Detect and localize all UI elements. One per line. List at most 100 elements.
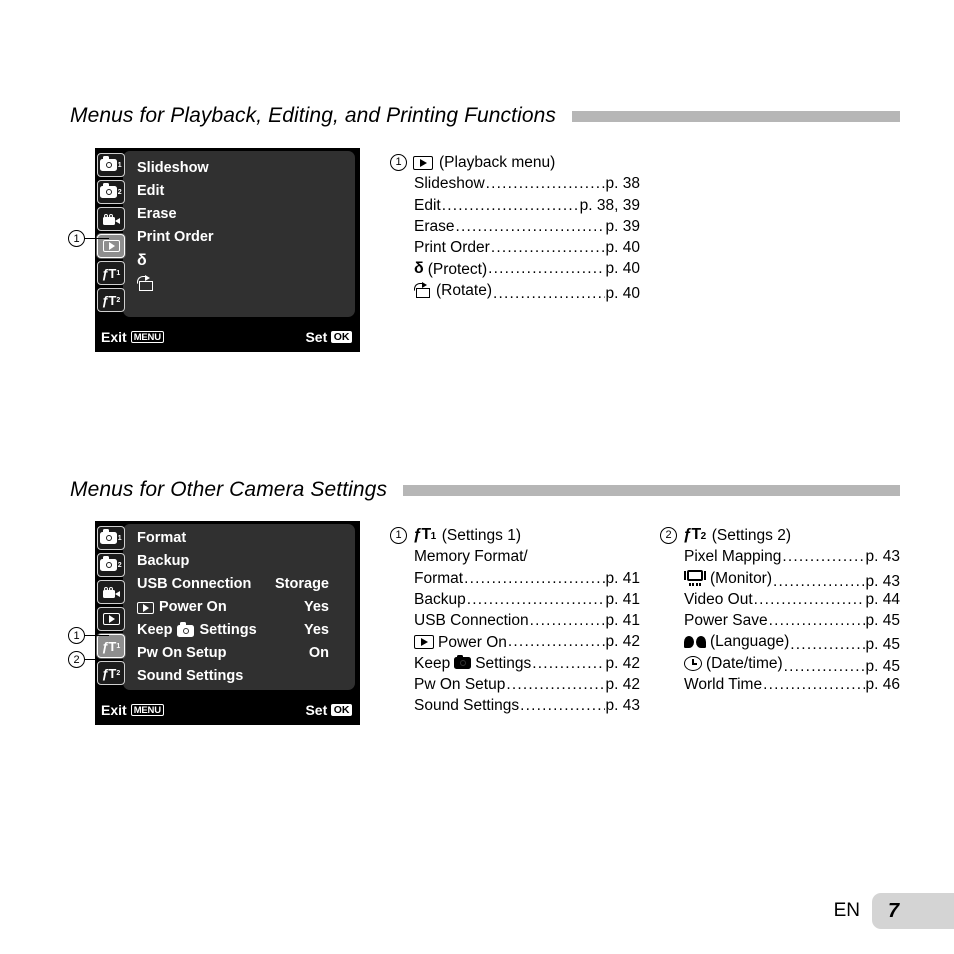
- reference-line: Format .................................…: [390, 568, 640, 589]
- reference-name-text: Keep: [414, 654, 451, 672]
- menu-item-sound-settings[interactable]: Sound Settings: [137, 665, 343, 688]
- menu-list-panel: Format Backup USB Connection Storage Pow…: [123, 524, 355, 690]
- reference-page: p. 38, 39: [579, 196, 640, 214]
- camera-inline-icon: [177, 621, 195, 637]
- reference-page: p. 46: [865, 676, 900, 694]
- ok-key-icon: OK: [331, 703, 352, 717]
- settings-2-icon: ƒT: [101, 292, 117, 308]
- reference-name-text: (Monitor): [710, 569, 773, 587]
- reference-list-settings-1: 1 ƒT1 (Settings 1) Memory Format/ Format…: [390, 525, 640, 717]
- dot-leader: ........................................…: [790, 635, 864, 653]
- menu-key-icon: MENU: [130, 330, 164, 344]
- reference-name: Print Order: [414, 239, 490, 257]
- reference-line: Pw On Setup ............................…: [390, 674, 640, 695]
- settings-2-icon: ƒT2: [683, 526, 706, 543]
- reference-name: World Time: [684, 676, 763, 694]
- menu-item-label: Pw On Setup: [137, 645, 227, 661]
- reference-page: p. 44: [865, 590, 900, 608]
- reference-line: Erase ..................................…: [390, 216, 640, 237]
- reference-page: p. 42: [605, 654, 640, 672]
- rotate-icon: [137, 275, 155, 291]
- reference-heading: 1 ƒT1 (Settings 1): [390, 525, 640, 546]
- reference-line: Slideshow ..............................…: [390, 173, 640, 194]
- menu-item-usb-connection[interactable]: USB Connection Storage: [137, 573, 343, 596]
- reference-name-text: (Date/time): [706, 654, 783, 672]
- reference-name: Erase: [414, 217, 455, 235]
- menu-tab-movie[interactable]: [97, 580, 125, 604]
- menu-item-label-text2: Settings: [199, 622, 257, 638]
- reference-page: p. 40: [605, 284, 640, 302]
- menu-item-format[interactable]: Format: [137, 527, 343, 550]
- dot-leader: ........................................…: [488, 260, 604, 278]
- camera-2-icon: [100, 183, 118, 198]
- camera-1-icon: [100, 529, 118, 544]
- dot-leader: ........................................…: [493, 284, 605, 302]
- dot-leader: ........................................…: [529, 612, 605, 630]
- reference-name-text: (Rotate): [436, 281, 492, 299]
- camera-inline-icon: [454, 654, 472, 670]
- menu-tab-column: 1 2 ƒT 1 ƒT 2: [95, 521, 127, 695]
- section-title: Menus for Playback, Editing, and Printin…: [70, 104, 557, 127]
- menu-key-icon: MENU: [130, 703, 164, 717]
- menu-tab-camera-1[interactable]: 1: [97, 526, 125, 550]
- reference-name-text: Power On: [438, 633, 507, 651]
- menu-item-slideshow[interactable]: Slideshow: [137, 157, 343, 180]
- reference-name: Power Save: [684, 612, 768, 630]
- exit-control[interactable]: Exit MENU: [101, 329, 164, 345]
- reference-line: Pixel Mapping ..........................…: [660, 546, 900, 567]
- reference-name: Backup: [414, 590, 466, 608]
- menu-item-edit[interactable]: Edit: [137, 180, 343, 203]
- menu-item-label: Slideshow: [137, 160, 209, 176]
- menu-item-power-on[interactable]: Power On Yes: [137, 596, 343, 619]
- reference-page: p. 41: [605, 590, 640, 608]
- menu-item-label-text: Power On: [159, 599, 227, 615]
- callout-marker-2-settings: 2: [68, 651, 109, 668]
- reference-line: δ (Protect) ............................…: [390, 258, 640, 279]
- menu-tab-settings-1[interactable]: ƒT 1: [97, 261, 125, 285]
- menu-item-label: Print Order: [137, 229, 214, 245]
- reference-line: Backup .................................…: [390, 589, 640, 610]
- menu-list-panel: Slideshow Edit Erase Print Order δ: [123, 151, 355, 317]
- menu-tab-movie[interactable]: [97, 207, 125, 231]
- exit-control[interactable]: Exit MENU: [101, 702, 164, 718]
- rotate-icon: [414, 281, 432, 298]
- reference-heading-text: (Settings 2): [711, 527, 791, 544]
- menu-tab-settings-2[interactable]: ƒT 2: [97, 288, 125, 312]
- reference-name: Slideshow: [414, 175, 485, 193]
- menu-tab-camera-2[interactable]: 2: [97, 553, 125, 577]
- set-control[interactable]: Set OK: [305, 329, 352, 345]
- reference-name-text: (Language): [710, 633, 790, 651]
- menu-item-print-order[interactable]: Print Order: [137, 226, 343, 249]
- camera-menu-screen-playback[interactable]: 1 2 ƒT 1 ƒT 2 Slideshow Edit Erase Print…: [95, 148, 360, 352]
- menu-item-backup[interactable]: Backup: [137, 550, 343, 573]
- protect-key-icon: δ: [414, 260, 424, 278]
- menu-item-label: USB Connection: [137, 576, 252, 592]
- menu-item-pw-on-setup[interactable]: Pw On Setup On: [137, 642, 343, 665]
- dot-leader: ........................................…: [455, 217, 605, 235]
- reference-list-playback: 1 (Playback menu) Slideshow ............…: [390, 152, 640, 302]
- menu-item-protect[interactable]: δ: [137, 249, 343, 272]
- reference-name: Video Out: [684, 590, 753, 608]
- heading-rule: [572, 110, 900, 122]
- reference-heading: 2 ƒT2 (Settings 2): [660, 525, 900, 546]
- menu-item-rotate[interactable]: [137, 272, 343, 295]
- reference-line: Keep Settings ..........................…: [390, 653, 640, 674]
- menu-body: 1 2 ƒT 1 ƒT 2 Slideshow Edit Erase Print…: [95, 148, 360, 322]
- set-control[interactable]: Set OK: [305, 702, 352, 718]
- menu-tab-camera-1[interactable]: 1: [97, 153, 125, 177]
- camera-menu-screen-settings[interactable]: 1 2 ƒT 1 ƒT 2 Format Backup USB Connecti…: [95, 521, 360, 725]
- reference-line: (Date/time) ............................…: [660, 653, 900, 675]
- menu-item-label: Backup: [137, 553, 190, 569]
- menu-footer-bar: Exit MENU Set OK: [95, 695, 360, 725]
- reference-name: (Rotate): [414, 280, 492, 301]
- menu-tab-camera-2[interactable]: 2: [97, 180, 125, 204]
- dot-leader: ........................................…: [768, 612, 865, 630]
- reference-name: Memory Format/: [414, 548, 528, 566]
- reference-name: Power On: [414, 632, 507, 653]
- menu-footer-bar: Exit MENU Set OK: [95, 322, 360, 352]
- menu-item-label: Edit: [137, 183, 165, 199]
- reference-line: USB Connection .........................…: [390, 610, 640, 631]
- menu-item-keep-settings[interactable]: Keep Settings Yes: [137, 619, 343, 642]
- dot-leader: ........................................…: [485, 175, 605, 193]
- menu-item-erase[interactable]: Erase: [137, 203, 343, 226]
